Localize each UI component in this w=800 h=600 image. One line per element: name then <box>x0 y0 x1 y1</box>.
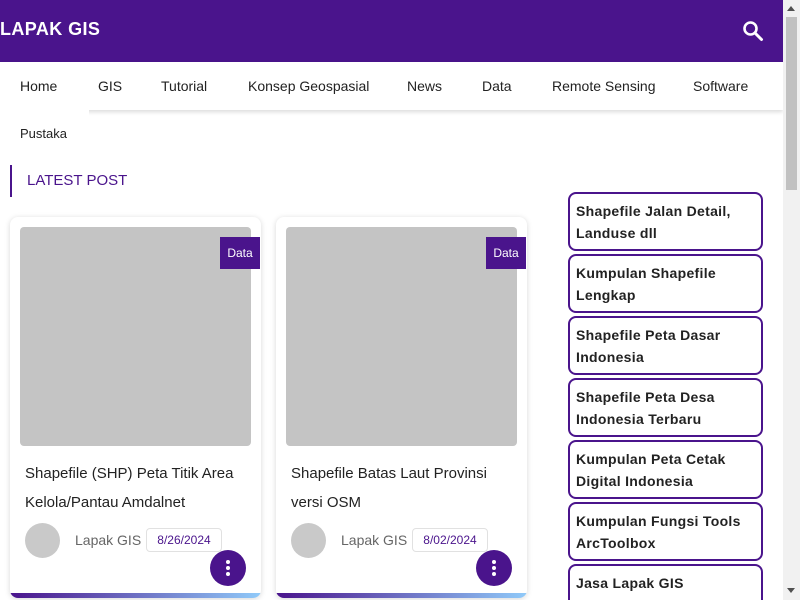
nav-item-news[interactable]: News <box>407 78 442 94</box>
scrollbar-thumb[interactable] <box>786 17 797 190</box>
category-badge[interactable]: Data <box>486 237 526 269</box>
nav-item-pustaka[interactable]: Pustaka <box>20 126 67 141</box>
site-logo[interactable]: LAPAK GIS <box>0 19 100 40</box>
post-thumbnail[interactable] <box>20 227 251 446</box>
section-title: LATEST POST <box>10 165 127 197</box>
nav-item-konsep-geospasial[interactable]: Konsep Geospasial <box>248 78 369 94</box>
post-card[interactable]: Data Shapefile (SHP) Peta Titik Area Kel… <box>10 217 261 598</box>
nav-item-data[interactable]: Data <box>482 78 512 94</box>
search-icon <box>743 21 763 41</box>
post-more-button[interactable] <box>476 550 512 586</box>
sidebar-link[interactable]: Kumpulan Fungsi Tools ArcToolbox <box>568 502 763 561</box>
nav-overflow-row: Pustaka <box>0 110 89 156</box>
nav-item-remote-sensing[interactable]: Remote Sensing <box>552 78 656 94</box>
post-more-button[interactable] <box>210 550 246 586</box>
nav-item-tutorial[interactable]: Tutorial <box>161 78 207 94</box>
main-nav: Home GIS Tutorial Konsep Geospasial News… <box>0 62 783 110</box>
category-badge[interactable]: Data <box>220 237 260 269</box>
vertical-scrollbar[interactable] <box>783 0 800 600</box>
post-author: Lapak GIS <box>75 532 142 548</box>
sidebar-link[interactable]: Shapefile Peta Dasar Indonesia <box>568 316 763 375</box>
post-thumbnail[interactable] <box>286 227 517 446</box>
post-author: Lapak GIS <box>341 532 408 548</box>
nav-item-gis[interactable]: GIS <box>98 78 122 94</box>
post-date: 8/26/2024 <box>146 528 222 552</box>
post-card[interactable]: Data Shapefile Batas Laut Provinsi versi… <box>276 217 527 598</box>
post-title[interactable]: Shapefile Batas Laut Provinsi versi OSM <box>291 459 517 517</box>
sidebar-link[interactable]: Shapefile Peta Desa Indonesia Terbaru <box>568 378 763 437</box>
sidebar-link[interactable]: Shapefile Jalan Detail, Landuse dll <box>568 192 763 251</box>
site-header: LAPAK GIS <box>0 0 783 62</box>
sidebar-link[interactable]: Kumpulan Shapefile Lengkap <box>568 254 763 313</box>
scroll-down-arrow-icon[interactable] <box>787 588 795 593</box>
scroll-up-arrow-icon[interactable] <box>787 6 795 11</box>
author-avatar <box>291 523 326 558</box>
card-accent-bar <box>276 593 527 598</box>
author-avatar <box>25 523 60 558</box>
sidebar-link[interactable]: Jasa Lapak GIS <box>568 564 763 600</box>
search-button[interactable] <box>741 19 765 43</box>
post-date: 8/02/2024 <box>412 528 488 552</box>
card-accent-bar <box>10 593 261 598</box>
sidebar-link[interactable]: Kumpulan Peta Cetak Digital Indonesia <box>568 440 763 499</box>
nav-item-home[interactable]: Home <box>20 78 57 94</box>
nav-item-software[interactable]: Software <box>693 78 748 94</box>
post-title[interactable]: Shapefile (SHP) Peta Titik Area Kelola/P… <box>25 459 251 517</box>
